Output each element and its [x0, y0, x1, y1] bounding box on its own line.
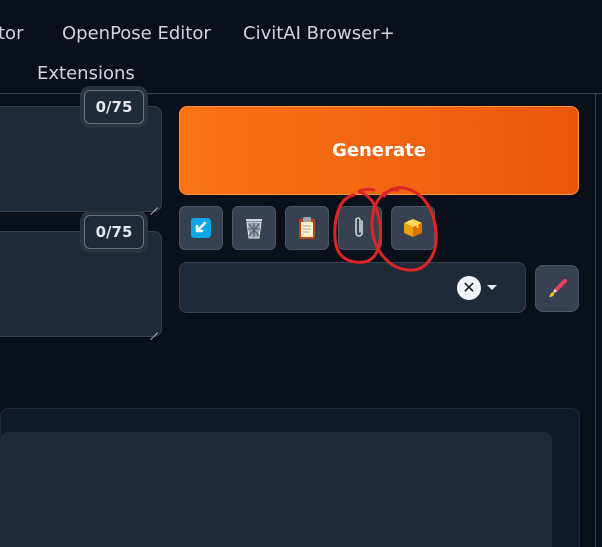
resize-grip[interactable] — [150, 200, 158, 208]
tab-partial[interactable]: tor — [0, 23, 23, 44]
arrow-down-left-icon — [191, 218, 211, 238]
clipboard-icon — [299, 217, 315, 239]
positive-token-counter-wrap: 0/75 — [80, 86, 148, 128]
edit-styles-button[interactable] — [535, 265, 579, 312]
clear-selection-icon[interactable]: ✕ — [457, 276, 481, 300]
resize-grip[interactable] — [150, 325, 158, 333]
paint-brush-icon — [549, 278, 567, 297]
read-params-button[interactable] — [179, 206, 223, 250]
clear-prompt-button[interactable] — [232, 206, 276, 250]
tab-extensions[interactable]: Extensions — [37, 63, 135, 84]
negative-token-counter-wrap: 0/75 — [80, 211, 148, 253]
tab-civitai-browser[interactable]: CivitAI Browser+ — [243, 23, 395, 44]
trash-icon — [246, 219, 262, 239]
positive-token-counter: 0/75 — [84, 90, 144, 124]
chevron-down-icon[interactable] — [487, 285, 497, 290]
negative-token-counter: 0/75 — [84, 215, 144, 249]
webui-root: tor OpenPose Editor CivitAI Browser+ Ext… — [0, 0, 602, 547]
red-annotation-circles — [333, 186, 438, 272]
tab-openpose-editor[interactable]: OpenPose Editor — [62, 23, 211, 44]
image-gallery — [0, 432, 552, 547]
